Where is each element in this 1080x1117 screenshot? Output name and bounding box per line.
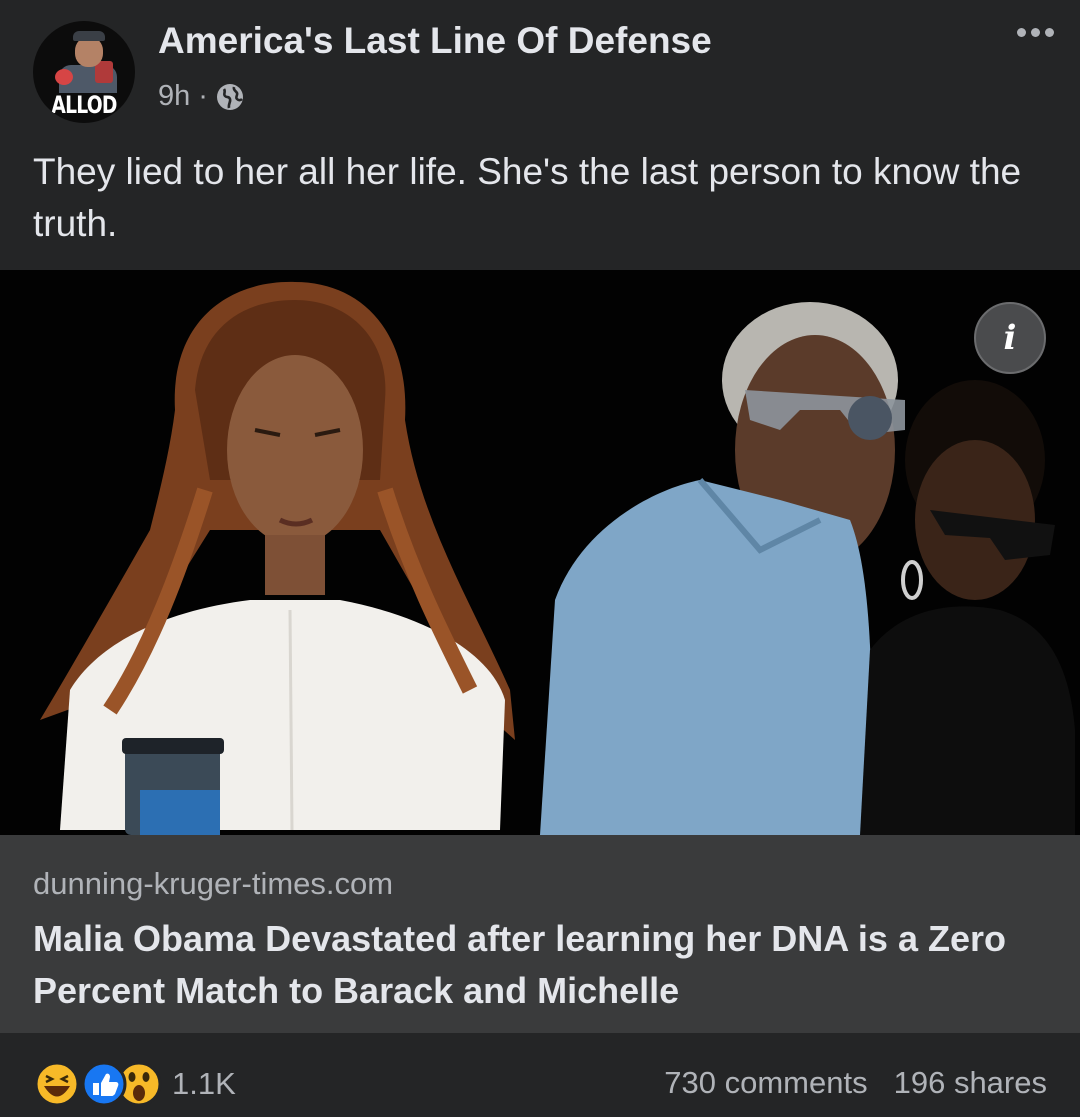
avatar-figure-head xyxy=(75,37,103,67)
page-avatar[interactable]: ALLOD xyxy=(33,21,135,123)
link-domain: dunning-kruger-times.com xyxy=(33,866,394,901)
reaction-icons xyxy=(34,1061,162,1107)
post-time[interactable]: 9h xyxy=(158,80,190,113)
avatar-figure-hat xyxy=(73,31,105,41)
info-label: i xyxy=(1003,318,1017,358)
page-name-link[interactable]: America's Last Line Of Defense xyxy=(158,20,712,62)
reactions-summary[interactable]: 1.1K xyxy=(34,1061,236,1107)
comments-count[interactable]: 730 comments xyxy=(664,1065,867,1101)
reaction-count[interactable]: 1.1K xyxy=(172,1066,236,1102)
post-image[interactable]: i xyxy=(0,270,1080,835)
more-dot xyxy=(1045,28,1054,37)
post-caption: They lied to her all her life. She's the… xyxy=(33,151,1022,244)
haha-icon xyxy=(34,1061,80,1107)
post-footer: 1.1K 730 comments 196 shares xyxy=(0,1033,1080,1117)
more-dot xyxy=(1031,28,1040,37)
avatar-boxing-glove xyxy=(55,69,73,85)
meta-separator: · xyxy=(198,80,208,112)
globe-icon xyxy=(216,83,243,110)
link-headline[interactable]: Malia Obama Devastated after learning he… xyxy=(33,913,1043,1017)
like-icon xyxy=(81,1061,127,1107)
photo-illustration xyxy=(0,270,1080,835)
more-options-button[interactable] xyxy=(1017,28,1054,37)
avatar-logo-text: ALLOD xyxy=(51,91,117,119)
info-icon[interactable]: i xyxy=(974,302,1046,374)
more-dot xyxy=(1017,28,1026,37)
post-header: ALLOD America's Last Line Of Defense 9h … xyxy=(0,0,1080,140)
link-preview[interactable]: dunning-kruger-times.com Malia Obama Dev… xyxy=(0,835,1080,1033)
post-meta: 9h · xyxy=(158,80,244,113)
shares-count[interactable]: 196 shares xyxy=(894,1065,1047,1101)
engagement-stats: 730 comments 196 shares xyxy=(664,1065,1047,1101)
